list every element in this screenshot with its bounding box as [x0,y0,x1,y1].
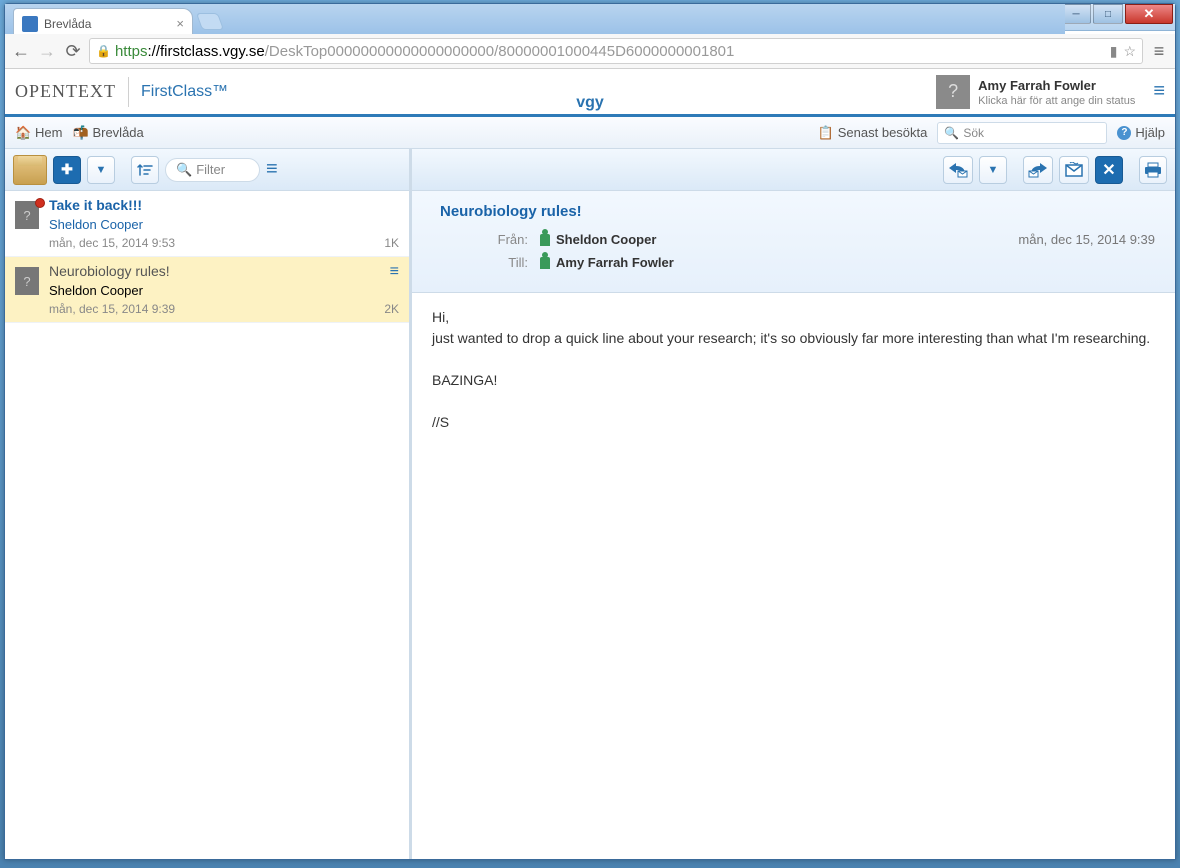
mailbox-icon [72,125,88,141]
item-sender: Sheldon Cooper [49,217,399,232]
item-date: mån, dec 15, 2014 9:39 [49,302,399,316]
message-date: mån, dec 15, 2014 9:39 [1018,232,1155,247]
user-box[interactable]: ? Amy Farrah Fowler Klicka här för att a… [936,75,1165,109]
forward-button[interactable]: → [37,41,57,61]
browser-menu-button[interactable]: ≡ [1149,41,1169,61]
tab-title: Brevlåda [44,17,91,31]
card-icon[interactable]: ▮ [1110,43,1118,60]
avatar: ? [936,75,970,109]
home-icon [15,125,31,141]
recent-icon [818,125,834,141]
breadcrumb-bar: Hem Brevlåda Senast besökta 🔍 Sök ?Hjälp [5,117,1175,149]
list-menu-button[interactable]: ≡ [266,158,278,181]
search-placeholder: Sök [963,126,984,140]
brand-opentext: OPENTEXT [15,81,116,102]
item-subject: Take it back!!! [49,197,399,213]
mail-action-button[interactable] [1059,156,1089,184]
item-menu-button[interactable]: ≡ [390,263,399,281]
app-menu-button[interactable]: ≡ [1153,80,1165,103]
filter-icon: 🔍 [176,162,192,178]
message-toolbar: ▼ ✕ [412,149,1175,191]
unread-flag-icon [35,198,45,208]
url-scheme: https [115,43,148,60]
message-item[interactable]: ? Neurobiology rules! Sheldon Cooper mån, d… [5,257,409,323]
bookmark-icon[interactable]: ☆ [1123,43,1136,60]
reply-dropdown[interactable]: ▼ [979,156,1007,184]
message-list-pane: ✚ ▼ 🔍 Filter ≡ ? Take it back!!! Sheldon Co… [5,149,412,859]
person-icon [540,257,550,269]
sort-button[interactable] [131,156,159,184]
forward-button[interactable] [1023,156,1053,184]
new-button[interactable]: ✚ [53,156,81,184]
url-input[interactable]: 🔒 https://firstclass.vgy.se/DeskTop00000… [89,38,1143,64]
new-dropdown[interactable]: ▼ [87,156,115,184]
tab-close-icon[interactable]: × [176,16,184,31]
item-size: 2K [384,302,399,316]
subdomain-label: vgy [576,94,604,112]
user-name: Amy Farrah Fowler [978,78,1096,93]
item-sender: Sheldon Cooper [49,283,399,298]
maximize-button[interactable]: □ [1093,4,1123,24]
message-header: Neurobiology rules! Från: Sheldon Cooper… [412,191,1175,293]
url-host: ://firstclass.vgy.se [147,43,264,60]
from-label: Från: [440,232,540,247]
address-bar: ← → ⟳ 🔒 https://firstclass.vgy.se/DeskTo… [5,34,1175,69]
browser-tab[interactable]: Brevlåda × [13,8,193,34]
help-link[interactable]: ?Hjälp [1117,125,1165,140]
browser-window: ─ □ ✕ Brevlåda × ← → ⟳ 🔒 https://firstcl… [4,3,1176,860]
breadcrumb-mailbox[interactable]: Brevlåda [72,125,143,141]
search-input[interactable]: 🔍 Sök [937,122,1107,144]
workspace: ✚ ▼ 🔍 Filter ≡ ? Take it back!!! Sheldon Co… [5,149,1175,859]
favicon-icon [22,16,38,32]
app-header: OPENTEXT FirstClass™ vgy ? Amy Farrah Fo… [5,69,1175,117]
reply-button[interactable] [943,156,973,184]
url-path: /DeskTop00000000000000000000/80000001000… [265,43,735,60]
tab-strip: Brevlåda × [5,4,1065,34]
help-icon: ? [1117,126,1131,140]
print-button[interactable] [1139,156,1167,184]
compose-button[interactable] [13,155,47,185]
item-date: mån, dec 15, 2014 9:53 [49,236,399,250]
breadcrumb-home[interactable]: Hem [15,125,62,141]
minimize-button[interactable]: ─ [1061,4,1091,24]
user-status[interactable]: Klicka här för att ange din status [978,95,1135,107]
person-icon [540,234,550,246]
new-tab-button[interactable] [196,13,224,30]
list-toolbar: ✚ ▼ 🔍 Filter ≡ [5,149,409,191]
message-subject: Neurobiology rules! [440,203,1155,220]
close-button[interactable]: ✕ [1125,4,1173,24]
message-view-pane: ▼ ✕ Neurobiology rules! Från: Sheldo [412,149,1175,859]
item-subject: Neurobiology rules! [49,263,399,279]
recent-link[interactable]: Senast besökta [818,125,928,141]
back-button[interactable]: ← [11,41,31,61]
search-icon: 🔍 [944,126,959,140]
delete-button[interactable]: ✕ [1095,156,1123,184]
reload-button[interactable]: ⟳ [63,41,83,61]
brand-separator [128,77,129,107]
item-size: 1K [384,236,399,250]
message-item[interactable]: ?Take it back!!!Sheldon Coopermån, dec 1… [5,191,409,257]
filter-placeholder: Filter [196,162,225,177]
filter-input[interactable]: 🔍 Filter [165,158,260,182]
avatar: ? [15,267,39,295]
message-body: Hi, just wanted to drop a quick line abo… [412,293,1175,859]
lock-icon: 🔒 [96,44,111,58]
to-label: Till: [440,255,540,270]
message-list: ? Take it back!!! Sheldon Cooper mån, dec 1… [5,191,409,859]
message-from: Sheldon Cooper [556,232,656,247]
brand-firstclass: FirstClass™ [141,83,228,101]
message-to: Amy Farrah Fowler [556,255,674,270]
